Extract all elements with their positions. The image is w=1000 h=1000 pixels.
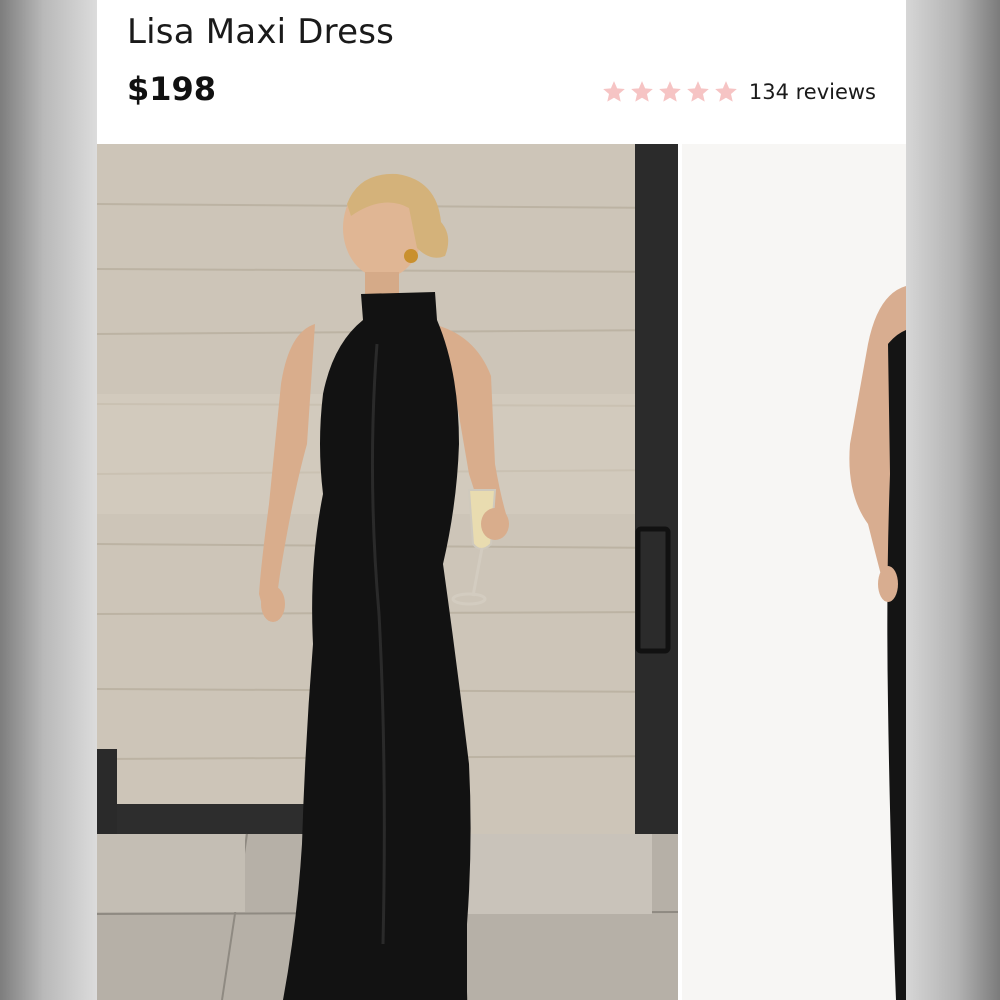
star-icon [659,81,681,102]
model-photo [97,144,678,1000]
reviews-link[interactable]: 134 reviews [749,80,876,104]
blurred-background-right [906,0,1000,1000]
studio-photo [682,144,906,1000]
star-icon [603,81,625,102]
blurred-background-left [0,0,97,1000]
product-rating[interactable]: 134 reviews [601,74,876,110]
product-page: Lisa Maxi Dress $198 134 reviews [97,0,906,1000]
gallery-image-main[interactable] [97,144,678,1000]
star-rating [601,79,739,105]
product-price: $198 [127,70,217,108]
star-icon [687,81,709,102]
gallery-image-next[interactable] [682,144,906,1000]
product-title: Lisa Maxi Dress [127,12,395,52]
product-header: Lisa Maxi Dress $198 134 reviews [97,0,906,144]
star-icon [631,81,653,102]
star-icon [715,81,737,102]
